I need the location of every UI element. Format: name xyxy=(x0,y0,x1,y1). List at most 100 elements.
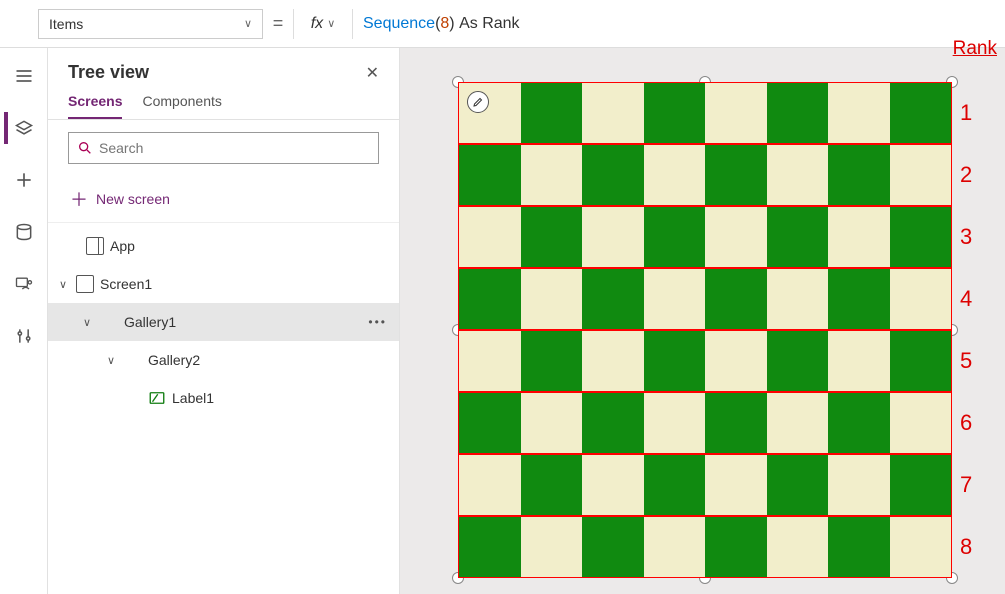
tree-node-gallery1[interactable]: ∨ Gallery1 ••• xyxy=(48,303,399,341)
board-cell xyxy=(890,455,952,515)
gallery-row[interactable] xyxy=(458,206,952,268)
board-cell xyxy=(767,393,829,453)
board-cell xyxy=(582,269,644,329)
formula-input[interactable]: Sequence(8) As Rank xyxy=(353,9,1005,39)
board-cell xyxy=(767,331,829,391)
board-cell xyxy=(705,269,767,329)
board-cell xyxy=(705,145,767,205)
chevron-down-icon: ∨ xyxy=(244,17,252,30)
board-cell xyxy=(521,269,583,329)
formula-bar: Items ∨ = fx ∨ Sequence(8) As Rank xyxy=(0,0,1005,48)
gallery-row[interactable] xyxy=(458,392,952,454)
tree-node-gallery2[interactable]: ∨ Gallery2 xyxy=(48,341,399,379)
gallery-row[interactable] xyxy=(458,144,952,206)
insert-nav-icon[interactable] xyxy=(8,164,40,196)
board-cell xyxy=(767,207,829,267)
formula-token-fn: Sequence xyxy=(363,15,435,33)
tree-node-app[interactable]: App xyxy=(48,227,399,265)
tree-node-screen1[interactable]: ∨ Screen1 xyxy=(48,265,399,303)
board-cell xyxy=(459,207,521,267)
board-cell xyxy=(644,517,706,577)
board-cell xyxy=(582,331,644,391)
board-cell xyxy=(890,393,952,453)
app-icon xyxy=(86,237,104,255)
search-icon xyxy=(77,140,93,156)
tree-view-nav-icon[interactable] xyxy=(4,112,36,144)
board-cell xyxy=(644,455,706,515)
board-cell xyxy=(521,145,583,205)
board-cell xyxy=(521,331,583,391)
media-nav-icon[interactable] xyxy=(8,268,40,300)
board-cell xyxy=(521,207,583,267)
board-cell xyxy=(459,331,521,391)
board-cell xyxy=(890,269,952,329)
tab-screens[interactable]: Screens xyxy=(68,93,122,119)
board-cell xyxy=(767,517,829,577)
chevron-down-icon[interactable]: ∨ xyxy=(80,316,94,329)
hamburger-icon[interactable] xyxy=(8,60,40,92)
gallery-row[interactable] xyxy=(458,516,952,578)
gallery1-control[interactable] xyxy=(458,82,952,578)
board-cell xyxy=(644,83,706,143)
board-cell xyxy=(582,145,644,205)
board-cell xyxy=(582,207,644,267)
tree-label: Screen1 xyxy=(100,276,387,292)
tree-node-label1[interactable]: Label1 xyxy=(48,379,399,417)
more-icon[interactable]: ••• xyxy=(368,315,387,329)
chevron-down-icon[interactable]: ∨ xyxy=(104,354,118,367)
property-selector-label: Items xyxy=(49,16,83,32)
board-cell xyxy=(767,455,829,515)
edit-template-icon[interactable] xyxy=(467,91,489,113)
rank-label: 8 xyxy=(960,516,972,578)
board-cell xyxy=(459,269,521,329)
search-input[interactable] xyxy=(68,132,379,164)
board-cell xyxy=(767,83,829,143)
board-cell xyxy=(705,83,767,143)
board-cell xyxy=(459,83,521,143)
rank-label: 2 xyxy=(960,144,972,206)
board-cell xyxy=(644,269,706,329)
gallery-row[interactable] xyxy=(458,268,952,330)
plus-icon: ＋ xyxy=(70,186,88,212)
board-cell xyxy=(582,455,644,515)
fx-dropdown[interactable]: fx ∨ xyxy=(293,9,353,39)
board-cell xyxy=(890,207,952,267)
tree: App ∨ Screen1 ∨ Gallery1 ••• ∨ Gallery2 xyxy=(48,223,399,417)
gallery-row[interactable] xyxy=(458,82,952,144)
board-cell xyxy=(767,145,829,205)
new-screen-button[interactable]: ＋ New screen xyxy=(48,176,399,223)
board-cell xyxy=(644,207,706,267)
board-cell xyxy=(705,393,767,453)
board-cell xyxy=(521,517,583,577)
chevron-down-icon[interactable]: ∨ xyxy=(56,278,70,291)
tab-components[interactable]: Components xyxy=(142,93,221,119)
tree-label: Gallery2 xyxy=(148,352,387,368)
formula-token-arg: 8 xyxy=(440,15,449,33)
board-cell xyxy=(828,269,890,329)
tools-nav-icon[interactable] xyxy=(8,320,40,352)
label-icon xyxy=(148,389,166,407)
board-cell xyxy=(767,269,829,329)
screen-icon xyxy=(76,275,94,293)
rank-label: 1 xyxy=(960,82,972,144)
board-cell xyxy=(582,83,644,143)
rank-header-label: Rank xyxy=(953,38,997,60)
canvas[interactable]: Rank 12345678 xyxy=(400,48,1005,594)
rank-labels: 12345678 xyxy=(960,82,972,578)
property-selector[interactable]: Items ∨ xyxy=(38,9,263,39)
board-cell xyxy=(890,83,952,143)
close-icon[interactable]: ✕ xyxy=(366,63,379,83)
rank-label: 6 xyxy=(960,392,972,454)
data-nav-icon[interactable] xyxy=(8,216,40,248)
gallery-row[interactable] xyxy=(458,454,952,516)
gallery-row[interactable] xyxy=(458,330,952,392)
board-cell xyxy=(644,331,706,391)
board-cell xyxy=(705,207,767,267)
board-cell xyxy=(890,331,952,391)
board-cell xyxy=(828,145,890,205)
panel-title: Tree view xyxy=(68,62,149,83)
board-cell xyxy=(828,455,890,515)
board-cell xyxy=(828,83,890,143)
rank-label: 7 xyxy=(960,454,972,516)
search-field[interactable] xyxy=(99,140,370,156)
